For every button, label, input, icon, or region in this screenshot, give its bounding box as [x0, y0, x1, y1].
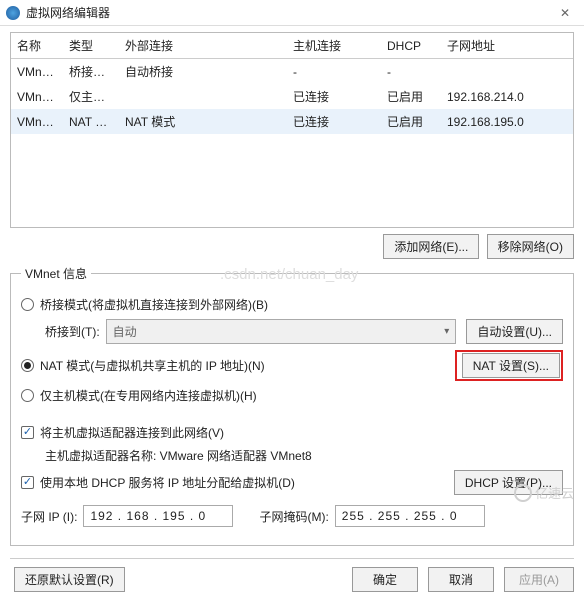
close-icon[interactable]: ✕ [552, 4, 578, 22]
titlebar: 虚拟网络编辑器 ✕ [0, 0, 584, 26]
logo-watermark: 亿速云 [514, 483, 574, 502]
subnet-mask-input[interactable]: 255 . 255 . 255 . 0 [335, 505, 485, 527]
app-icon [6, 6, 20, 20]
chevron-down-icon: ▾ [444, 326, 449, 337]
radio-nat-label: NAT 模式(与虚拟机共享主机的 IP 地址)(N) [40, 357, 449, 374]
col-subnet[interactable]: 子网地址 [441, 33, 573, 59]
radio-bridge[interactable] [21, 298, 34, 311]
subnet-mask-label: 子网掩码(M): [259, 508, 328, 525]
check-dhcp[interactable] [21, 476, 34, 489]
network-table[interactable]: 名称 类型 外部连接 主机连接 DHCP 子网地址 VMnet0 桥接模式 自动… [10, 32, 574, 228]
fieldset-legend: VMnet 信息 [21, 265, 91, 282]
add-network-button[interactable]: 添加网络(E)... [383, 234, 479, 259]
col-name[interactable]: 名称 [11, 33, 63, 59]
logo-icon [514, 484, 532, 502]
cancel-button[interactable]: 取消 [428, 567, 494, 592]
remove-network-button[interactable]: 移除网络(O) [487, 234, 574, 259]
col-hostconn[interactable]: 主机连接 [287, 33, 381, 59]
radio-bridge-label: 桥接模式(将虚拟机直接连接到外部网络)(B) [40, 296, 268, 313]
nat-settings-button[interactable]: NAT 设置(S)... [462, 353, 560, 378]
bridge-to-label: 桥接到(T): [45, 323, 100, 340]
table-row[interactable]: VMnet0 桥接模式 自动桥接 - - [11, 59, 573, 85]
col-extconn[interactable]: 外部连接 [119, 33, 287, 59]
vmnet-info-fieldset: VMnet 信息 桥接模式(将虚拟机直接连接到外部网络)(B) 桥接到(T): … [10, 265, 574, 546]
col-type[interactable]: 类型 [63, 33, 119, 59]
subnet-ip-label: 子网 IP (I): [21, 508, 77, 525]
radio-hostonly-label: 仅主机模式(在专用网络内连接虚拟机)(H) [40, 387, 257, 404]
col-dhcp[interactable]: DHCP [381, 33, 441, 59]
table-row-selected[interactable]: VMnet8 NAT 模式 NAT 模式 已连接 已启用 192.168.195… [11, 109, 573, 134]
check-dhcp-label: 使用本地 DHCP 服务将 IP 地址分配给虚拟机(D) [40, 474, 444, 491]
reset-defaults-button[interactable]: 还原默认设置(R) [14, 567, 125, 592]
check-host-adapter-label: 将主机虚拟适配器连接到此网络(V) [40, 424, 224, 441]
auto-config-button[interactable]: 自动设置(U)... [466, 319, 563, 344]
host-adapter-name: 主机虚拟适配器名称: VMware 网络适配器 VMnet8 [45, 447, 312, 464]
apply-button[interactable]: 应用(A) [504, 567, 574, 592]
table-header-row: 名称 类型 外部连接 主机连接 DHCP 子网地址 [11, 33, 573, 59]
radio-nat[interactable] [21, 359, 34, 372]
bridge-to-select[interactable]: 自动 ▾ [106, 319, 457, 344]
check-host-adapter[interactable] [21, 426, 34, 439]
logo-text: 亿速云 [535, 483, 574, 502]
ok-button[interactable]: 确定 [352, 567, 418, 592]
table-row[interactable]: VMnet1 仅主机... 已连接 已启用 192.168.214.0 [11, 84, 573, 109]
window-title: 虚拟网络编辑器 [26, 4, 552, 21]
radio-hostonly[interactable] [21, 389, 34, 402]
subnet-ip-input[interactable]: 192 . 168 . 195 . 0 [83, 505, 233, 527]
